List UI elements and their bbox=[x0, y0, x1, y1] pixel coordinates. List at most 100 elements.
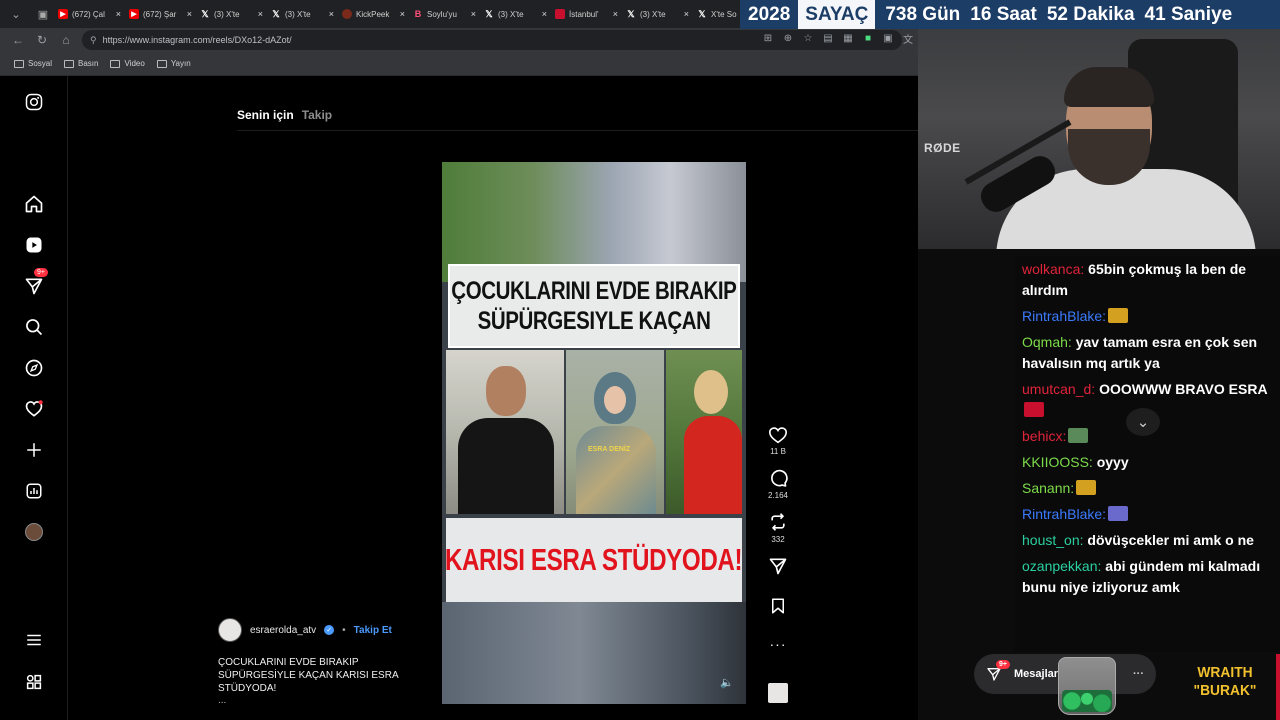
bookmark-star-icon[interactable]: ☆ bbox=[802, 32, 814, 44]
mute-speaker-icon[interactable]: 🔈 bbox=[720, 676, 734, 689]
follow-button[interactable]: Takip Et bbox=[354, 625, 392, 636]
post-meta: esraerolda_atv ✓ • Takip Et ÇOCUKLARINI … bbox=[218, 618, 438, 706]
countdown-counter: 2028 SAYAÇ 738 Gün 16 Saat 52 Dakika 41 … bbox=[740, 0, 1280, 29]
apps-grid-icon[interactable] bbox=[22, 670, 46, 694]
extension-icon[interactable]: ▦ bbox=[842, 32, 854, 44]
home-icon[interactable] bbox=[22, 192, 46, 216]
person-body bbox=[576, 426, 656, 514]
messages-icon[interactable]: 9+ bbox=[22, 268, 48, 298]
ellipsis-icon: ··· bbox=[1133, 668, 1144, 680]
dashboard-chart-icon[interactable] bbox=[22, 479, 46, 503]
chat-username[interactable]: umutcan_d: bbox=[1022, 381, 1095, 397]
chat-username[interactable]: houst_on: bbox=[1022, 532, 1084, 548]
browser-tab[interactable]: ▶ (672) Çal × bbox=[54, 0, 125, 28]
close-icon[interactable]: × bbox=[684, 9, 689, 19]
headline-line: ÇOCUKLARINI EVDE BIRAKIP bbox=[451, 277, 737, 305]
tab-following[interactable]: Takip bbox=[302, 108, 332, 122]
wraith-overlay-logo: WRAITH "BURAK" bbox=[1184, 664, 1267, 710]
browser-tab[interactable]: 𝕏 (3) X'te × bbox=[480, 0, 551, 28]
comment-button[interactable]: 2.164 bbox=[762, 468, 794, 500]
chat-username[interactable]: Sanann: bbox=[1022, 480, 1074, 496]
browser-tab[interactable]: B Soylu'yu × bbox=[409, 0, 480, 28]
close-icon[interactable]: × bbox=[471, 9, 476, 19]
counter-year: 2028 bbox=[748, 3, 791, 25]
like-button[interactable]: 11 B bbox=[762, 426, 794, 456]
author-avatar[interactable] bbox=[218, 618, 242, 642]
explore-compass-icon[interactable] bbox=[22, 356, 46, 380]
scroll-down-chevron-icon[interactable]: ⌄ bbox=[1126, 408, 1160, 436]
extension-icon[interactable]: ▣ bbox=[882, 32, 894, 44]
subtitle-text: KARISI ESRA STÜDYODA! bbox=[445, 542, 743, 577]
chat-username[interactable]: RintrahBlake: bbox=[1022, 506, 1106, 522]
close-icon[interactable]: × bbox=[187, 9, 192, 19]
notifications-heart-icon[interactable] bbox=[22, 397, 46, 421]
browser-tab[interactable]: KickPeek × bbox=[338, 0, 409, 28]
author-name[interactable]: esraerolda_atv bbox=[250, 625, 316, 636]
chat-username[interactable]: ozanpekkan: bbox=[1022, 558, 1101, 574]
close-icon[interactable]: × bbox=[400, 9, 405, 19]
reload-icon[interactable]: ↻ bbox=[30, 33, 54, 47]
create-plus-icon[interactable] bbox=[22, 438, 46, 462]
profile-avatar[interactable] bbox=[22, 520, 46, 544]
chat-username[interactable]: KKIIOOSS: bbox=[1022, 454, 1093, 470]
bookmark-folder[interactable]: Video bbox=[110, 59, 145, 68]
instagram-logo-icon[interactable] bbox=[22, 90, 46, 114]
home-icon[interactable]: ⌂ bbox=[54, 33, 78, 47]
browser-tab[interactable]: 𝕏 (3) X'te × bbox=[622, 0, 693, 28]
translate-icon[interactable]: 文 bbox=[902, 32, 914, 46]
chat-username[interactable]: wolkanca: bbox=[1022, 261, 1084, 277]
close-icon[interactable]: × bbox=[329, 9, 334, 19]
chat-emote bbox=[1076, 480, 1097, 495]
reel-video[interactable]: ÇOCUKLARINI EVDE BIRAKIP SÜPÜRGESIYLE KA… bbox=[442, 162, 746, 704]
close-icon[interactable]: × bbox=[258, 9, 263, 19]
tab-list-chevron-icon[interactable]: ⌄ bbox=[5, 3, 27, 25]
reel-actions: 11 B 2.164 332 ··· bbox=[762, 426, 794, 660]
extension-icon[interactable]: ■ bbox=[862, 32, 874, 44]
avatar bbox=[25, 523, 43, 541]
tab-for-you[interactable]: Senin için bbox=[237, 108, 294, 122]
tab-label: (3) X'te bbox=[285, 9, 311, 19]
more-options-button[interactable]: ··· bbox=[762, 636, 794, 652]
browser-tab[interactable]: 𝕏 (3) X'te × bbox=[196, 0, 267, 28]
site-info-icon[interactable]: ⚲ bbox=[90, 35, 97, 46]
separator-dot: • bbox=[342, 624, 346, 636]
tab-label: Soylu'yu bbox=[427, 9, 457, 19]
bookmark-folder[interactable]: Basın bbox=[64, 59, 98, 68]
post-caption: ÇOCUKLARINI EVDE BIRAKIP SÜPÜRGESİYLE KA… bbox=[218, 657, 399, 694]
istanbul-icon bbox=[555, 9, 565, 19]
folder-icon bbox=[64, 59, 75, 68]
x-logo-icon: 𝕏 bbox=[485, 8, 493, 19]
caption-more[interactable]: ... bbox=[218, 695, 438, 706]
install-app-icon[interactable]: ⊞ bbox=[762, 32, 774, 44]
bookmark-folder[interactable]: Yayın bbox=[156, 59, 191, 68]
browser-tab[interactable]: İstanbul' × bbox=[551, 0, 622, 28]
repost-button[interactable]: 332 bbox=[762, 512, 794, 544]
chat-username[interactable]: Oqmah: bbox=[1022, 334, 1072, 350]
audio-thumbnail[interactable] bbox=[768, 683, 788, 703]
tab-label: (3) X'te bbox=[640, 9, 666, 19]
x-logo-icon: 𝕏 bbox=[627, 8, 635, 19]
menu-hamburger-icon[interactable] bbox=[22, 628, 46, 652]
share-button[interactable] bbox=[762, 556, 794, 576]
back-arrow-icon[interactable]: ← bbox=[6, 33, 30, 47]
chat-username[interactable]: behicx: bbox=[1022, 428, 1066, 444]
bookmark-folder[interactable]: Sosyal bbox=[14, 59, 52, 68]
browser-tab[interactable]: ▶ (672) Şar × bbox=[125, 0, 196, 28]
search-icon[interactable] bbox=[22, 315, 46, 339]
zoom-icon[interactable]: ⊕ bbox=[782, 32, 794, 44]
close-icon[interactable]: × bbox=[542, 9, 547, 19]
tab-label: KickPeek bbox=[356, 9, 390, 19]
extension-icon[interactable]: ▤ bbox=[822, 32, 834, 44]
youtube-icon: ▶ bbox=[58, 9, 68, 19]
url-text: https://www.instagram.com/reels/DXo12-dA… bbox=[102, 35, 292, 45]
chat-username[interactable]: RintrahBlake: bbox=[1022, 308, 1106, 324]
share-paper-plane-icon bbox=[769, 558, 787, 575]
browser-tab[interactable]: 𝕏 (3) X'te × bbox=[267, 0, 338, 28]
close-icon[interactable]: × bbox=[116, 9, 121, 19]
video-background bbox=[442, 602, 746, 704]
close-icon[interactable]: × bbox=[613, 9, 618, 19]
reel-subtitle: KARISI ESRA STÜDYODA! bbox=[445, 518, 743, 602]
reels-icon[interactable] bbox=[22, 233, 46, 257]
tab-groups-icon[interactable]: ▣ bbox=[32, 3, 54, 25]
save-button[interactable] bbox=[762, 596, 794, 616]
